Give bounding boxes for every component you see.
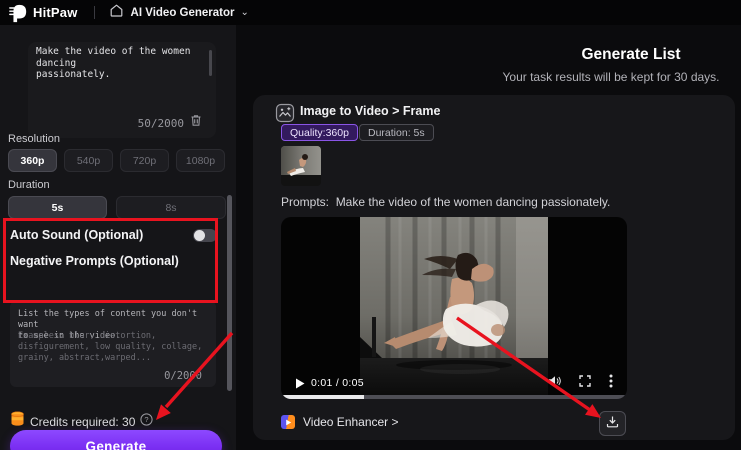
prompts-row: Prompts: Make the video of the women dan… — [281, 195, 610, 209]
duration-option-8s[interactable]: 8s — [116, 196, 226, 219]
duration-label: Duration — [8, 179, 50, 191]
prompt-char-counter: 50/2000 — [137, 116, 184, 130]
coins-icon — [10, 411, 25, 432]
trash-icon[interactable] — [190, 114, 202, 132]
video-enhancer-link[interactable]: Video Enhancer > — [281, 415, 399, 429]
volume-icon[interactable] — [548, 374, 561, 392]
fullscreen-icon[interactable] — [579, 374, 591, 392]
more-options-icon[interactable] — [609, 374, 613, 393]
duration-option-5s[interactable]: 5s — [8, 196, 107, 219]
app-window: Make the video of the women dancing pass… — [0, 0, 741, 450]
video-enhancer-icon — [281, 415, 295, 429]
resolution-option-360p[interactable]: 360p — [8, 149, 57, 172]
credits-required-text: Credits required: 30 — [30, 414, 136, 429]
prompt-scrollbar[interactable] — [209, 50, 212, 76]
play-button[interactable] — [295, 378, 305, 389]
help-icon[interactable]: ? — [140, 412, 153, 431]
sidebar-scrollbar[interactable] — [227, 195, 232, 391]
seekbar[interactable] — [281, 395, 627, 399]
video-enhancer-label: Video Enhancer > — [303, 415, 399, 429]
resolution-label: Resolution — [8, 133, 60, 145]
task-title: Image to Video > Frame — [300, 104, 441, 118]
prompts-label: Prompts: — [281, 195, 330, 209]
generate-list-title: Generate List — [581, 46, 681, 63]
topbar: HitPaw AI Video Generator ⌄ — [0, 0, 741, 25]
prompt-textarea[interactable]: Make the video of the women dancing pass… — [28, 42, 216, 138]
resolution-option-720p[interactable]: 720p — [120, 149, 169, 172]
source-image-thumbnail[interactable] — [281, 146, 321, 186]
generate-button[interactable]: Generate — [10, 430, 222, 450]
negative-prompts-textarea[interactable]: List the types of content you don't want… — [10, 301, 216, 387]
topbar-divider — [93, 6, 95, 19]
task-card: Image to Video > Frame Quality:360p Dura… — [253, 95, 735, 440]
negative-placeholder-examples: Examples: blur, distortion, disfiguremen… — [18, 331, 203, 363]
download-button[interactable] — [599, 411, 626, 436]
svg-text:?: ? — [145, 415, 149, 424]
video-player[interactable]: 0:01 / 0:05 — [281, 217, 627, 399]
credits-row: Credits required: 30 ? — [10, 411, 153, 432]
annotation-rectangle — [3, 218, 218, 303]
home-icon[interactable] — [109, 3, 124, 23]
time-display: 0:01 / 0:05 — [311, 377, 364, 389]
seekbar-played — [281, 395, 365, 399]
duration-badge: Duration: 5s — [359, 124, 434, 141]
resolution-option-1080p[interactable]: 1080p — [176, 149, 225, 172]
brand-name: HitPaw — [33, 5, 78, 20]
player-controls: 0:01 / 0:05 — [281, 374, 627, 393]
nav-menu-label[interactable]: AI Video Generator — [131, 7, 235, 19]
download-icon — [606, 415, 619, 433]
prompt-text: Make the video of the women dancing pass… — [36, 46, 191, 80]
chevron-down-icon[interactable]: ⌄ — [241, 7, 249, 18]
negative-char-counter: 0/2000 — [164, 370, 202, 382]
prompts-text: Make the video of the women dancing pass… — [335, 195, 611, 209]
video-frame[interactable] — [360, 217, 548, 399]
quality-badge: Quality:360p — [281, 124, 358, 141]
hitpaw-logo-icon[interactable] — [8, 3, 28, 23]
resolution-option-540p[interactable]: 540p — [64, 149, 113, 172]
generate-list-subtitle: Your task results will be kept for 30 da… — [502, 70, 720, 84]
